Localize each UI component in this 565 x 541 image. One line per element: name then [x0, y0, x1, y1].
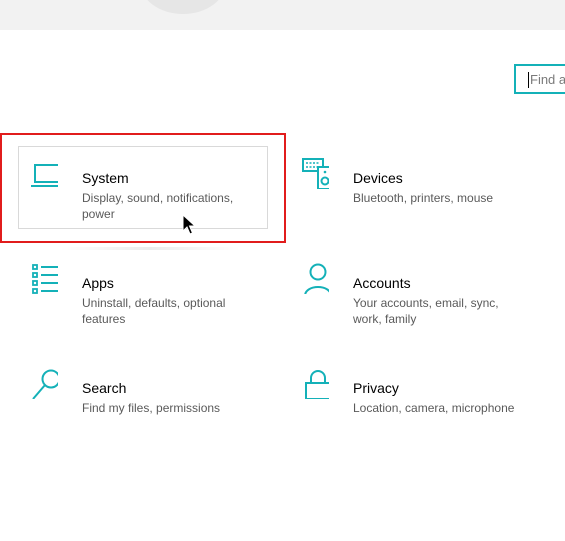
tile-description: Your accounts, email, sync, work, family	[353, 296, 499, 326]
settings-tile-system[interactable]: System Display, sound, notifications, po…	[18, 153, 268, 243]
text-caret	[528, 72, 529, 88]
keyboard-speaker-icon	[289, 153, 333, 190]
top-band	[0, 0, 565, 30]
tile-description: Location, camera, microphone	[353, 401, 515, 415]
tile-title: Devices	[353, 170, 403, 186]
laptop-icon	[18, 153, 63, 189]
settings-tile-devices[interactable]: Devices Bluetooth, printers, mouse	[289, 153, 539, 243]
lock-icon	[289, 363, 331, 400]
settings-tile-accounts[interactable]: Accounts Your accounts, email, sync, wor…	[289, 258, 539, 348]
search-placeholder: Find a	[530, 72, 565, 87]
tile-description: Display, sound, notifications, power	[82, 191, 234, 221]
settings-tile-apps[interactable]: Apps Uninstall, defaults, optional featu…	[18, 258, 268, 348]
hover-shadow	[60, 247, 240, 250]
settings-tile-privacy[interactable]: Privacy Location, camera, microphone	[289, 363, 539, 453]
person-icon	[289, 258, 332, 297]
tile-description: Bluetooth, printers, mouse	[353, 191, 494, 205]
tile-description: Uninstall, defaults, optional features	[82, 296, 226, 326]
tile-title: Apps	[82, 275, 114, 291]
settings-tile-search[interactable]: Search Find my files, permissions	[18, 363, 268, 453]
tile-title: Search	[82, 380, 127, 396]
tile-description: Find my files, permissions	[82, 401, 221, 415]
tile-title: System	[82, 170, 129, 186]
mouse-pointer-icon	[182, 213, 197, 241]
tile-title: Accounts	[353, 275, 411, 291]
magnifier-icon	[18, 363, 61, 400]
search-input[interactable]: Find a	[514, 64, 565, 94]
apps-list-icon	[18, 258, 62, 294]
tile-title: Privacy	[353, 380, 399, 396]
